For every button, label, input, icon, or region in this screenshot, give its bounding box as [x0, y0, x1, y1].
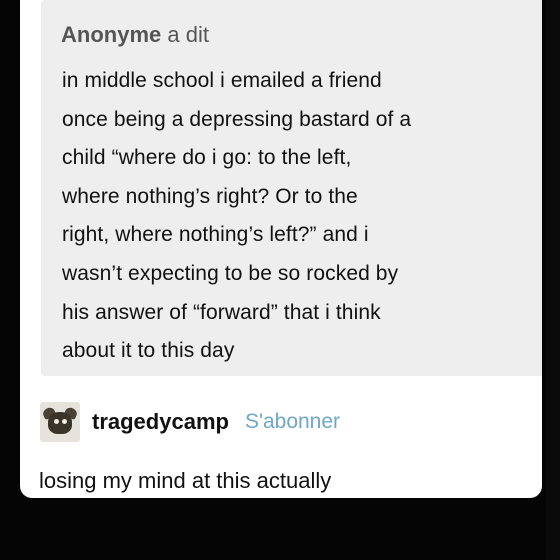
reblogger-username[interactable]: tragedycamp	[92, 409, 229, 435]
ask-line: about it to this day	[62, 339, 235, 363]
ask-line: child “where do i go: to the left,	[62, 146, 352, 170]
ask-line: his answer of “forward” that i think	[62, 300, 381, 324]
ask-line: in middle school i emailed a friend	[62, 69, 382, 92]
ask-line: once being a depressing bastard of a	[62, 107, 412, 131]
ask-line: where nothing’s right? Or to the	[62, 184, 358, 208]
tumblr-post: Anonyme a dit in middle school i emailed…	[20, 0, 542, 498]
ask-line: right, where nothing’s left?” and i	[62, 223, 369, 247]
asker-name: Anonyme	[61, 22, 162, 47]
ask-question-text: in middle school i emailed a friend once…	[62, 62, 512, 371]
ask-line: wasn’t expecting to be so rocked by	[62, 261, 399, 285]
reblog-header: tragedycamp S'abonner	[40, 400, 340, 444]
ask-header: Anonyme a dit	[61, 22, 209, 48]
reblog-comment: losing my mind at this actually	[39, 468, 332, 493]
avatar-eye	[62, 419, 67, 424]
screenshot-frame: Anonyme a dit in middle school i emailed…	[0, 0, 560, 560]
avatar-face	[48, 412, 72, 434]
avatar-eye	[54, 419, 59, 424]
ask-said-label: a dit	[167, 22, 209, 47]
side-strip	[546, 0, 560, 560]
cat-avatar-icon[interactable]	[40, 402, 80, 442]
follow-button[interactable]: S'abonner	[245, 410, 340, 434]
